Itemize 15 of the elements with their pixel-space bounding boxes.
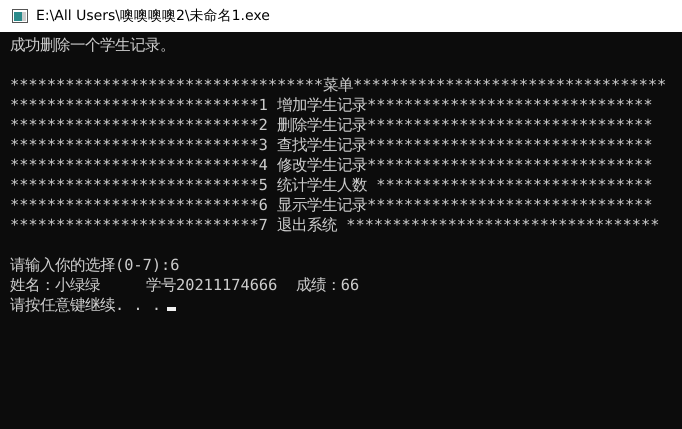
console-line: ***************************7 退出系统 ********************************** bbox=[10, 215, 660, 235]
console-line: ***************************4 修改学生记录******************************* bbox=[10, 155, 653, 175]
console-line: 请输入你的选择(0-7):6 bbox=[10, 255, 180, 275]
console-line: ***************************1 增加学生记录******************************* bbox=[10, 95, 653, 115]
console-line: 请按任意键继续. . . bbox=[10, 295, 162, 315]
console-line: ***************************5 统计学生人数 ****************************** bbox=[10, 175, 653, 195]
window-title: E:\All Users\噢噢噢噢2\未命名1.exe bbox=[36, 6, 270, 26]
console-line: **********************************菜单********************************** bbox=[10, 75, 666, 95]
console-line: ***************************6 显示学生记录******************************* bbox=[10, 195, 653, 215]
console-line: 姓名：小绿绿 学号20211174666 成绩：66 bbox=[10, 275, 360, 295]
console-line: 成功删除一个学生记录。 bbox=[10, 35, 175, 55]
console-line: ***************************3 查找学生记录******************************* bbox=[10, 135, 653, 155]
cursor-icon bbox=[167, 307, 176, 311]
app-icon bbox=[12, 9, 28, 23]
console-line: ***************************2 删除学生记录******************************* bbox=[10, 115, 653, 135]
